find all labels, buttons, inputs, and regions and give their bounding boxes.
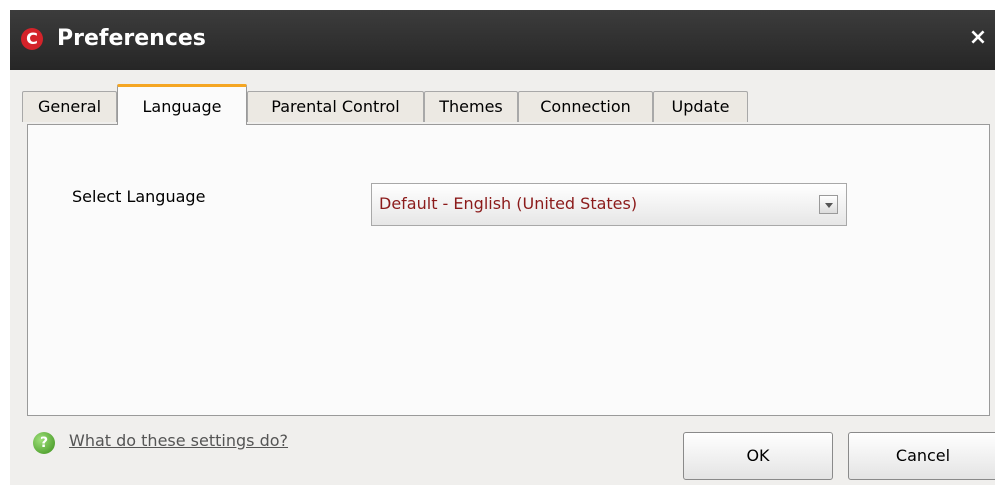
window-title: Preferences	[57, 26, 206, 51]
selected-language-value: Default - English (United States)	[379, 194, 638, 213]
cancel-button[interactable]: Cancel	[848, 432, 995, 480]
tab-language[interactable]: Language	[117, 84, 247, 125]
dropdown-arrow-icon[interactable]	[819, 195, 838, 214]
tab-parental-control[interactable]: Parental Control	[247, 91, 424, 122]
language-panel: Select Language Default - English (Unite…	[27, 124, 990, 416]
tab-connection[interactable]: Connection	[518, 91, 653, 122]
tab-general[interactable]: General	[22, 91, 117, 122]
tab-themes[interactable]: Themes	[424, 91, 518, 122]
tab-update[interactable]: Update	[653, 91, 748, 122]
title-bar: C Preferences ×	[10, 10, 995, 70]
help-link[interactable]: What do these settings do?	[69, 431, 288, 450]
tab-strip: General Language Parental Control Themes…	[22, 74, 982, 127]
close-icon[interactable]: ×	[963, 20, 993, 56]
help-icon[interactable]: ?	[33, 432, 55, 454]
ok-button[interactable]: OK	[683, 432, 833, 480]
comodo-logo-icon: C	[21, 28, 43, 50]
select-language-label: Select Language	[72, 187, 206, 206]
language-dropdown[interactable]: Default - English (United States)	[371, 183, 847, 226]
